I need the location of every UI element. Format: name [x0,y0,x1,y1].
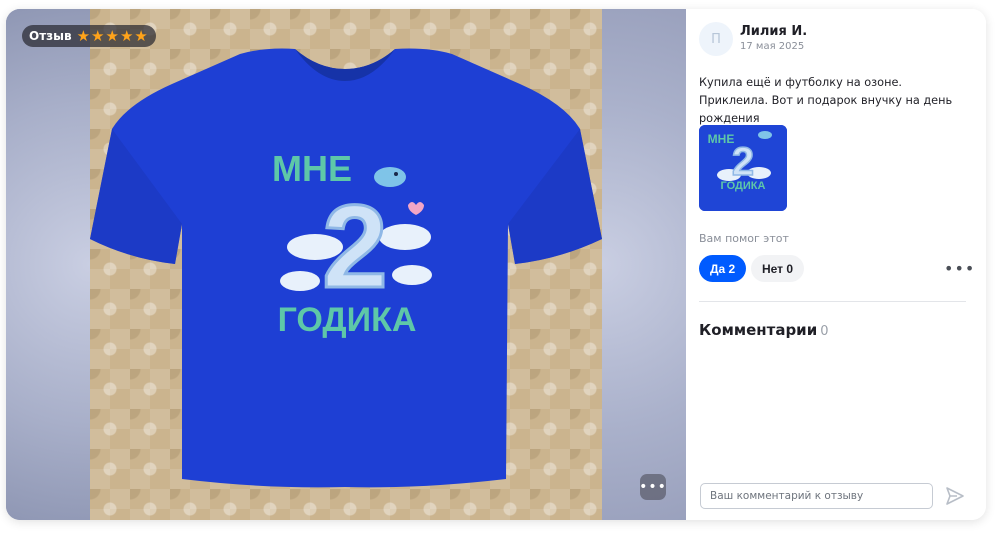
avatar: П [699,22,733,56]
helpful-yes-button[interactable]: Да 2 [699,255,747,282]
star-icon: ★ [134,26,148,45]
photo-more-button[interactable]: ••• [639,474,667,500]
helpful-no-button[interactable]: Нет 0 [751,255,805,282]
thumbnail-image: МНЕ 2 ГОДИКА [699,125,787,211]
star-icon: ★ [91,26,105,45]
review-badge: Отзыв ★ ★ ★ ★ ★ [22,25,156,47]
badge-label: Отзыв [29,29,72,43]
comments-heading: Комментарии 0 [699,321,828,339]
review-more-button[interactable]: ••• [944,261,975,277]
divider [699,301,966,302]
review-date: 17 мая 2025 [740,41,805,52]
photo-viewer: МНЕ 2 ГОДИКА Отзыв ★ ★ ★ ★ ★ ••• [6,9,686,520]
review-modal: МНЕ 2 ГОДИКА Отзыв ★ ★ ★ ★ ★ ••• П Лилия… [6,9,986,520]
photo-backdrop-right [602,9,686,520]
comments-count: 0 [820,324,829,339]
print-number-text: 2 [322,181,388,313]
send-button[interactable] [943,484,967,508]
review-sidebar: П Лилия И. 17 мая 2025 Купила ещё и футб… [686,9,986,520]
thumb-print-top: МНЕ [708,132,735,146]
comment-input[interactable] [700,483,933,509]
print-bottom-text: ГОДИКА [278,301,417,339]
cloud-bottom-right [392,265,432,285]
star-icon: ★ [76,26,91,45]
photo-thumbnail[interactable]: МНЕ 2 ГОДИКА [699,125,787,211]
rating-stars: ★ ★ ★ ★ ★ [76,26,148,45]
review-text: Купила ещё и футболку на озоне. Приклеил… [699,76,953,125]
thumb-print-bottom: ГОДИКА [721,180,766,192]
star-icon: ★ [119,26,134,45]
helpful-question: Вам помог этот [699,232,789,245]
more-horizontal-icon: ••• [944,259,976,278]
comments-title: Комментарии [699,321,818,339]
avatar-letter: П [711,31,721,47]
review-photo[interactable]: МНЕ 2 ГОДИКА [90,9,602,520]
author-name: Лилия И. [740,24,808,39]
thumb-print-number: 2 [732,140,754,184]
photo-backdrop-left [6,9,90,520]
more-horizontal-icon: ••• [639,479,667,495]
send-icon [946,487,964,505]
tshirt-illustration: МНЕ 2 ГОДИКА [90,48,602,488]
cloud-bottom-left [280,271,320,291]
star-icon: ★ [105,26,119,45]
